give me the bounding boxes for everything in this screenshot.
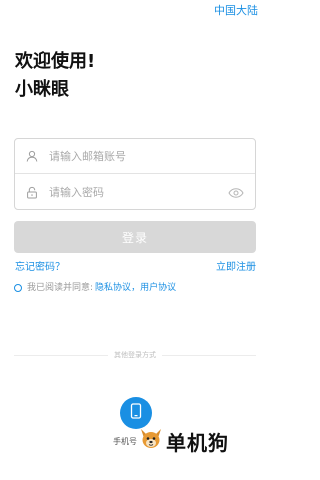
eye-icon[interactable]	[227, 186, 245, 200]
app-name: 小眯眼	[15, 79, 69, 100]
divider-line-left	[14, 354, 108, 356]
watermark: 单机狗	[138, 427, 248, 455]
agreement-prefix: 我已阅读并同意:	[27, 283, 94, 293]
user-agreement-link[interactable]: 用户协议	[140, 282, 176, 294]
login-button[interactable]: 登录	[14, 221, 256, 253]
forgot-password-link[interactable]: 忘记密码？	[15, 262, 65, 274]
user-icon	[25, 149, 39, 163]
lock-icon	[25, 186, 39, 200]
agreement-radio[interactable]	[14, 284, 22, 292]
other-login-divider: 其他登录方式	[14, 349, 256, 361]
divider-line-right	[162, 354, 256, 356]
region-selector[interactable]: 中国大陆	[214, 4, 258, 18]
agreement-row: 我已阅读并同意: 隐私协议 ， 用户协议	[14, 282, 176, 294]
email-input[interactable]	[49, 146, 255, 166]
phone-login-button[interactable]	[120, 397, 152, 429]
password-row	[15, 175, 255, 210]
email-row	[15, 139, 255, 174]
watermark-text: 单机狗	[166, 430, 229, 455]
phone-icon	[130, 403, 142, 423]
welcome-heading: 欢迎使用!	[15, 51, 96, 72]
dog-mascot-icon	[138, 426, 164, 456]
agreement-separator: ，	[131, 283, 141, 293]
login-form	[14, 138, 256, 210]
privacy-policy-link[interactable]: 隐私协议	[95, 282, 131, 294]
phone-login-label: 手机号	[113, 437, 137, 446]
other-login-label: 其他登录方式	[114, 351, 156, 359]
password-input[interactable]	[49, 182, 227, 203]
register-link[interactable]: 立即注册	[216, 262, 256, 274]
